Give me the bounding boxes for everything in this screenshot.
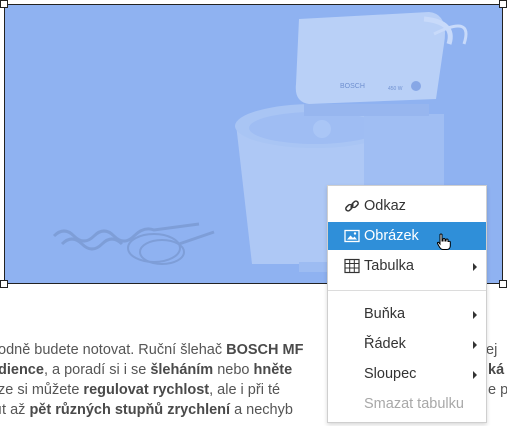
context-menu: Odkaz Obrázek Tabulka Buňka Řádek Sloupe… [327, 185, 487, 423]
menu-item-label: Sloupec [364, 366, 417, 382]
submenu-arrow-icon [473, 371, 477, 379]
brand-label: BOSCH [340, 83, 365, 90]
image-icon [344, 228, 360, 244]
hand-cursor-icon [436, 233, 452, 256]
menu-item-label: Odkaz [364, 198, 406, 214]
submenu-arrow-icon [473, 341, 477, 349]
menu-item-image[interactable]: Obrázek [328, 222, 486, 250]
menu-item-row[interactable]: Řádek [328, 330, 486, 358]
menu-separator [328, 290, 486, 291]
resize-handle-top-left[interactable] [0, 0, 8, 8]
menu-item-label: Smazat tabulku [364, 396, 464, 412]
table-icon [344, 258, 360, 274]
menu-item-column[interactable]: Sloupec [328, 360, 486, 388]
menu-item-table[interactable]: Tabulka [328, 252, 486, 280]
menu-item-label: Řádek [364, 336, 406, 352]
menu-item-link[interactable]: Odkaz [328, 192, 486, 220]
submenu-arrow-icon [473, 311, 477, 319]
menu-item-label: Buňka [364, 306, 406, 322]
menu-item-cell[interactable]: Buňka [328, 300, 486, 328]
link-icon [344, 198, 360, 214]
resize-handle-bottom-left[interactable] [0, 280, 8, 288]
menu-item-label: Tabulka [364, 258, 414, 274]
resize-handle-bottom-right[interactable] [499, 280, 507, 288]
menu-item-label: Obrázek [364, 228, 419, 244]
resize-handle-top-right[interactable] [499, 0, 507, 8]
svg-text:450 W: 450 W [388, 86, 403, 92]
submenu-arrow-icon [473, 263, 477, 271]
menu-item-delete-table: Smazat tabulku [328, 390, 486, 418]
